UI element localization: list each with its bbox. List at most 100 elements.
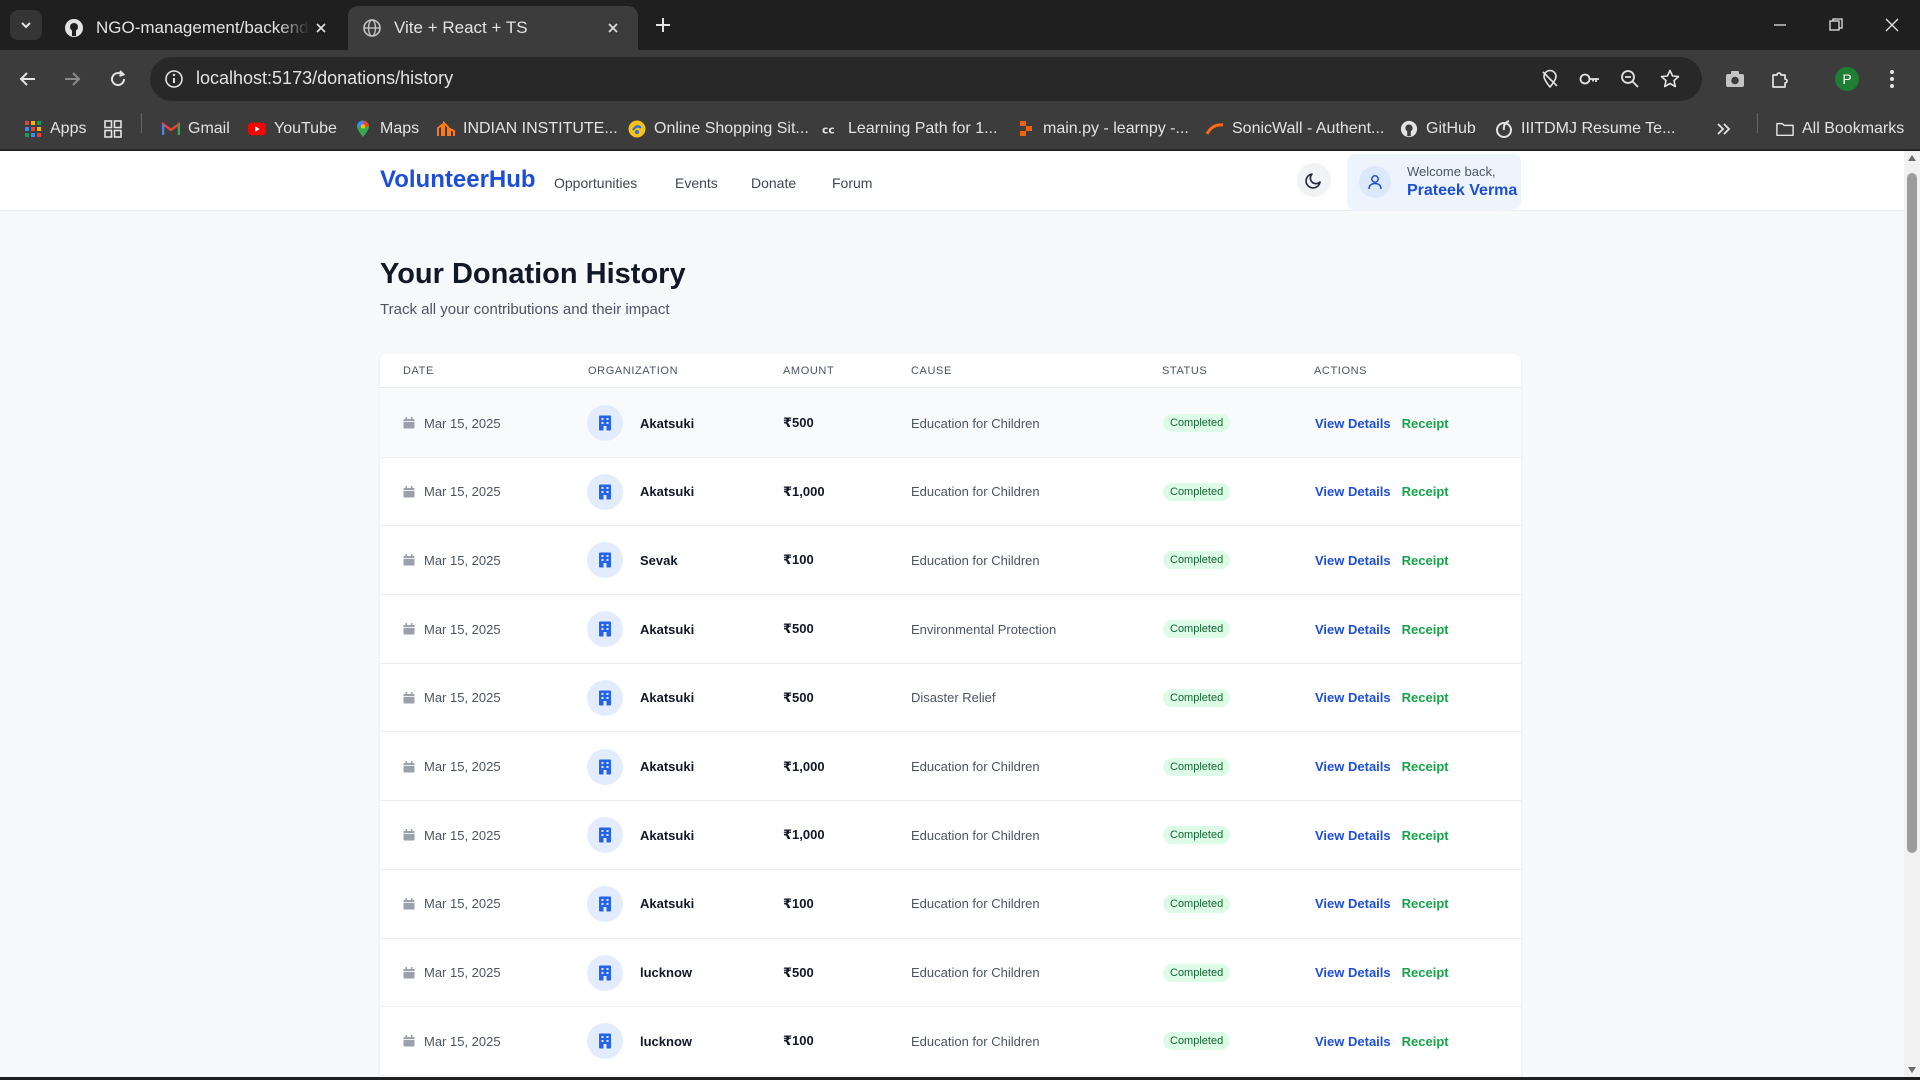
browser-menu-button[interactable] [1876,63,1908,95]
view-details-link[interactable]: View Details [1315,416,1391,431]
back-button[interactable] [12,63,44,95]
date-cell: Mar 15, 2025 [403,595,501,663]
theme-toggle-button[interactable] [1297,163,1331,197]
zoom-icon[interactable] [1618,67,1642,91]
table-row: Mar 15, 2025 Akatsuki ₹1,000 Education for … [380,801,1521,870]
user-menu[interactable]: Welcome back, Prateek Verma [1347,154,1521,210]
view-details-link[interactable]: View Details [1315,622,1391,637]
reload-button[interactable] [102,63,134,95]
view-details-link[interactable]: View Details [1315,553,1391,568]
view-details-link[interactable]: View Details [1315,759,1391,774]
organization-name: Akatsuki [640,484,695,500]
receipt-link[interactable]: Receipt [1402,828,1449,843]
minimize-button[interactable] [1752,0,1808,50]
receipt-link[interactable]: Receipt [1402,553,1449,568]
scroll-down-arrow[interactable] [1908,1067,1916,1073]
site-info-button[interactable] [160,65,188,93]
bookmark-github[interactable]: GitHub [1400,116,1476,142]
bookmark-star-button[interactable] [1658,67,1682,91]
location-off-icon [1542,69,1558,89]
status-cell: Completed [1163,389,1231,457]
bookmark-resume[interactable]: IIITDMJ Resume Te... [1495,116,1675,142]
receipt-link[interactable]: Receipt [1402,1034,1449,1049]
actions-cell: View Details Receipt [1315,733,1449,801]
bookmark-shopping[interactable]: Online Shopping Sit... [628,116,809,142]
cause-cell: Education for Children [911,526,1040,594]
nav-opportunities[interactable]: Opportunities [554,175,637,191]
password-key-icon[interactable] [1578,67,1602,91]
page-scrollbar[interactable] [1904,151,1920,1077]
tab-search-button[interactable] [10,10,42,40]
building-icon [587,954,623,991]
receipt-link[interactable]: Receipt [1402,416,1449,431]
svg-text:cc: cc [822,124,835,137]
replit-icon [1017,120,1035,138]
all-bookmarks-button[interactable]: All Bookmarks [1776,116,1904,142]
profile-button[interactable]: P [1831,63,1863,95]
cause-cell: Education for Children [911,801,1040,869]
bookmark-gmail[interactable]: Gmail [162,116,230,142]
maps-icon [354,120,372,138]
donation-cause: Education for Children [911,552,1040,568]
table-row: Mar 15, 2025 Akatsuki ₹1,000 Education for … [380,733,1521,802]
new-tab-button[interactable] [650,12,676,38]
view-details-link[interactable]: View Details [1315,690,1391,705]
tab-close-button[interactable] [602,17,624,39]
bookmark-learnpy[interactable]: main.py - learnpy -... [1017,116,1189,142]
status-cell: Completed [1163,733,1231,801]
bookmark-apps[interactable]: Apps [24,116,86,142]
donation-amount: ₹500 [783,964,814,980]
window-controls [1752,0,1920,50]
date-cell: Mar 15, 2025 [403,389,501,457]
receipt-link[interactable]: Receipt [1402,484,1449,499]
receipt-link[interactable]: Receipt [1402,896,1449,911]
tab-github[interactable]: NGO-management/backend at [50,6,346,50]
tab-vite-app[interactable]: Vite + React + TS [348,6,638,50]
extensions-button[interactable] [1764,63,1796,95]
screenshot-button[interactable] [1719,63,1751,95]
organization-name: lucknow [640,965,693,981]
nav-forum[interactable]: Forum [832,175,872,191]
tab-close-button[interactable] [310,17,332,39]
nav-donate[interactable]: Donate [751,175,796,191]
bookmark-tab-groups[interactable] [104,116,130,142]
view-details-link[interactable]: View Details [1315,828,1391,843]
brand-logo[interactable]: VolunteerHub [380,166,536,194]
moon-icon [1305,173,1321,189]
donation-date: Mar 15, 2025 [424,965,501,981]
organization-cell: Akatsuki [587,664,694,732]
receipt-link[interactable]: Receipt [1402,622,1449,637]
receipt-link[interactable]: Receipt [1402,965,1449,980]
bookmark-divider [1757,113,1758,133]
view-details-link[interactable]: View Details [1315,1034,1391,1049]
bookmark-maps[interactable]: Maps [354,116,419,142]
bookmark-label: YouTube [274,120,337,137]
column-header-date: DATE [403,365,434,377]
donation-date: Mar 15, 2025 [424,552,501,568]
receipt-link[interactable]: Receipt [1402,690,1449,705]
table-row: Mar 15, 2025 lucknow ₹100 Education for Chi… [380,1007,1521,1076]
scrollbar-thumb[interactable] [1907,173,1917,853]
avatar [1359,166,1391,198]
view-details-link[interactable]: View Details [1315,484,1391,499]
nav-events[interactable]: Events [675,175,718,191]
view-details-link[interactable]: View Details [1315,965,1391,980]
actions-cell: View Details Receipt [1315,1007,1449,1075]
cause-cell: Education for Children [911,1007,1040,1075]
bookmark-indian-institute[interactable]: INDIAN INSTITUTE... [437,116,618,142]
address-bar[interactable]: localhost:5173/donations/history [150,57,1702,101]
bookmark-learning-path[interactable]: cc Learning Path for 1... [822,116,997,142]
bookmark-youtube[interactable]: YouTube [248,116,337,142]
restore-button[interactable] [1808,0,1864,50]
scroll-up-arrow[interactable] [1908,155,1916,161]
more-bookmarks-button[interactable] [1716,116,1732,142]
receipt-link[interactable]: Receipt [1402,759,1449,774]
forward-button[interactable] [56,63,88,95]
bookmark-sonicwall[interactable]: SonicWall - Authent... [1206,116,1384,142]
organization-name: Akatsuki [640,759,695,774]
close-window-button[interactable] [1864,0,1920,50]
organization-name: Akatsuki [640,415,695,431]
location-blocked-icon[interactable] [1538,67,1562,91]
view-details-link[interactable]: View Details [1315,896,1391,911]
date-cell: Mar 15, 2025 [403,733,501,801]
